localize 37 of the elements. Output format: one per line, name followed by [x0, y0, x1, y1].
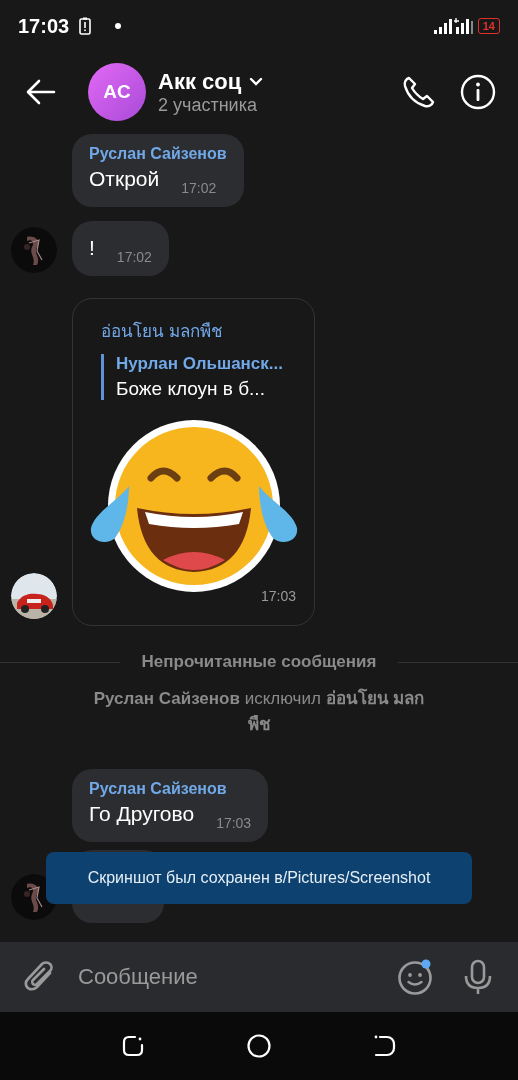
signal-icon	[433, 17, 474, 35]
message-time: 17:03	[260, 588, 296, 604]
participants-count: 2 участника	[158, 94, 258, 116]
reply-text: Боже клоун в б...	[116, 378, 266, 400]
system-message: Руслан Сайзенов исключил อ่อนโยน มลกพืช	[92, 687, 426, 737]
message-time: 17:02	[116, 249, 152, 265]
smiley-icon[interactable]	[396, 958, 434, 996]
message-bubble[interactable]: Руслан Сайзенов Открой 17:02	[72, 134, 244, 207]
back-arrow-icon[interactable]	[26, 79, 56, 105]
phone-icon[interactable]	[402, 75, 436, 109]
message-text: Открой	[89, 166, 160, 192]
toast-notification: Скриншот был сохранен в/Pictures/Screenshot	[46, 852, 472, 904]
chevron-down-icon[interactable]	[249, 76, 264, 87]
message-text: !	[89, 235, 95, 261]
message-bubble[interactable]: Руслан Сайзенов Го Другово 17:03	[72, 768, 269, 842]
unread-divider-label: Непрочитанные сообщения	[140, 652, 378, 672]
battery-indicator: 14	[477, 18, 500, 34]
message-bubble[interactable]: ! 17:02	[72, 221, 169, 276]
recent-apps-icon[interactable]	[121, 1034, 145, 1058]
microphone-icon[interactable]	[462, 959, 494, 995]
info-icon[interactable]	[460, 74, 496, 110]
sender-name[interactable]: Руслан Сайзенов	[89, 779, 252, 798]
back-icon[interactable]	[373, 1034, 397, 1058]
home-icon[interactable]	[247, 1034, 271, 1058]
reply-author: Нурлан Ольшанск...	[116, 354, 284, 374]
reply-quote[interactable]: Нурлан Ольшанск... Боже клоун в б...	[101, 354, 296, 400]
sender-name[interactable]: อ่อนโยน มลกพืช	[101, 317, 296, 344]
message-text: Го Другово	[89, 800, 195, 827]
message-time: 17:03	[216, 814, 252, 831]
status-time: 17:03	[18, 14, 70, 38]
sender-name[interactable]: Руслан Сайзенов	[89, 145, 227, 163]
message-composer[interactable]: Сообщение	[0, 942, 518, 1012]
message-time: 17:02	[181, 180, 217, 196]
notification-dot-icon	[115, 23, 122, 29]
message-bubble[interactable]: อ่อนโยน มลกพืช Нурлан Ольшанск... Боже клоун в б... 17:03	[72, 298, 315, 626]
chat-title[interactable]: Акк соц	[158, 68, 242, 95]
battery-alert-icon	[79, 17, 92, 35]
